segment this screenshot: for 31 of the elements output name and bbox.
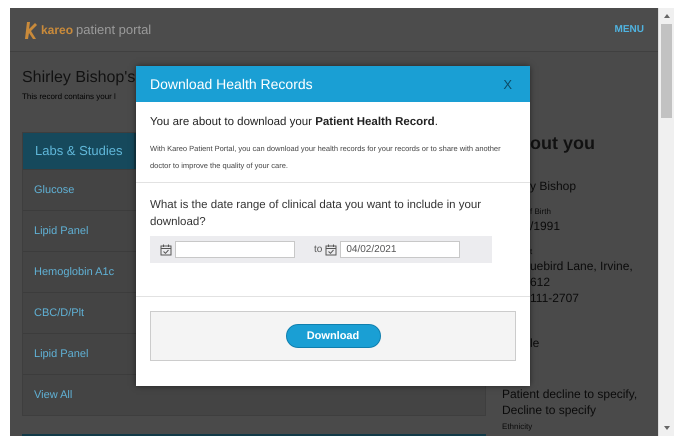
page-subtitle: This record contains your l (22, 92, 116, 102)
scroll-down-icon[interactable] (662, 424, 670, 432)
download-button[interactable]: Download (286, 324, 380, 348)
to-date-field[interactable]: 04/02/2021 (340, 241, 460, 258)
field-value: Patient decline to specify, (502, 386, 638, 402)
close-button[interactable]: X (503, 76, 512, 92)
labs-tab[interactable]: Labs & Studies (23, 133, 134, 169)
field-value: Decline to specify (502, 402, 598, 418)
menu-link[interactable]: MENU (614, 24, 644, 35)
logo-brand: kareo (41, 22, 74, 36)
logo-product: patient portal (76, 22, 152, 37)
scroll-thumb[interactable] (661, 24, 672, 118)
field-label: Ethnicity (502, 421, 534, 433)
scrollbar[interactable] (658, 8, 674, 436)
scroll-up-icon[interactable] (662, 12, 670, 20)
question-text: What is the date range of clinical data you want to include in your download? (149, 198, 482, 230)
about-heading: out you (530, 132, 596, 154)
field-value: 111-2707 (530, 290, 580, 306)
logo-figure-icon (24, 20, 38, 40)
field-value: y Bishop (530, 178, 578, 194)
field-value: le (530, 335, 540, 351)
field-value: /1991 (530, 218, 562, 234)
calendar-icon[interactable] (325, 244, 338, 256)
to-label: to (314, 244, 322, 255)
from-date-field[interactable] (175, 241, 295, 258)
field-value: uebird Lane, Irvine, (530, 258, 634, 274)
intro-text: You are about to download your Patient Health Record. (149, 115, 439, 128)
calendar-icon[interactable] (160, 244, 172, 256)
dialog-title: Download Health Records (150, 76, 313, 92)
field-value: 612 (530, 274, 552, 290)
page-title: Shirley Bishop's (22, 68, 136, 88)
